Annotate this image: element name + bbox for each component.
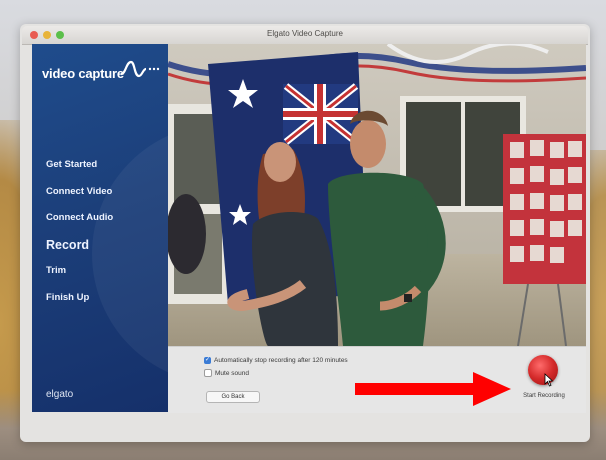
sidebar: video capture Get Started Connect Video … (32, 44, 168, 412)
sidebar-item-trim[interactable]: Trim (46, 258, 113, 285)
red-arrow-annotation (355, 372, 511, 406)
mute-checkbox[interactable] (204, 369, 212, 377)
go-back-button[interactable]: Go Back (206, 391, 260, 403)
window-titlebar: Elgato Video Capture (22, 26, 588, 45)
app-logo-text: video capture (42, 66, 124, 81)
sidebar-nav: Get Started Connect Video Connect Audio … (46, 152, 113, 311)
video-frame-image (168, 44, 586, 346)
auto-stop-option[interactable]: ✓ Automatically stop recording after 120… (204, 357, 348, 364)
brand-logo: elgato (46, 389, 74, 400)
sidebar-item-record[interactable]: Record (46, 232, 113, 259)
auto-stop-label: Automatically stop recording after 120 m… (214, 357, 348, 364)
mouse-cursor-icon (544, 373, 554, 387)
sidebar-item-get-started[interactable]: Get Started (46, 152, 113, 179)
mute-label: Mute sound (215, 369, 249, 377)
mute-option[interactable]: Mute sound (204, 369, 249, 377)
sidebar-item-connect-video[interactable]: Connect Video (46, 179, 113, 206)
video-preview (168, 44, 586, 346)
window-title: Elgato Video Capture (267, 29, 343, 38)
start-recording-label: Start Recording (523, 393, 565, 399)
sidebar-item-finish-up[interactable]: Finish Up (46, 285, 113, 312)
auto-stop-checkbox[interactable]: ✓ (204, 357, 211, 364)
sidebar-item-connect-audio[interactable]: Connect Audio (46, 205, 113, 232)
waveform-icon (120, 60, 160, 78)
